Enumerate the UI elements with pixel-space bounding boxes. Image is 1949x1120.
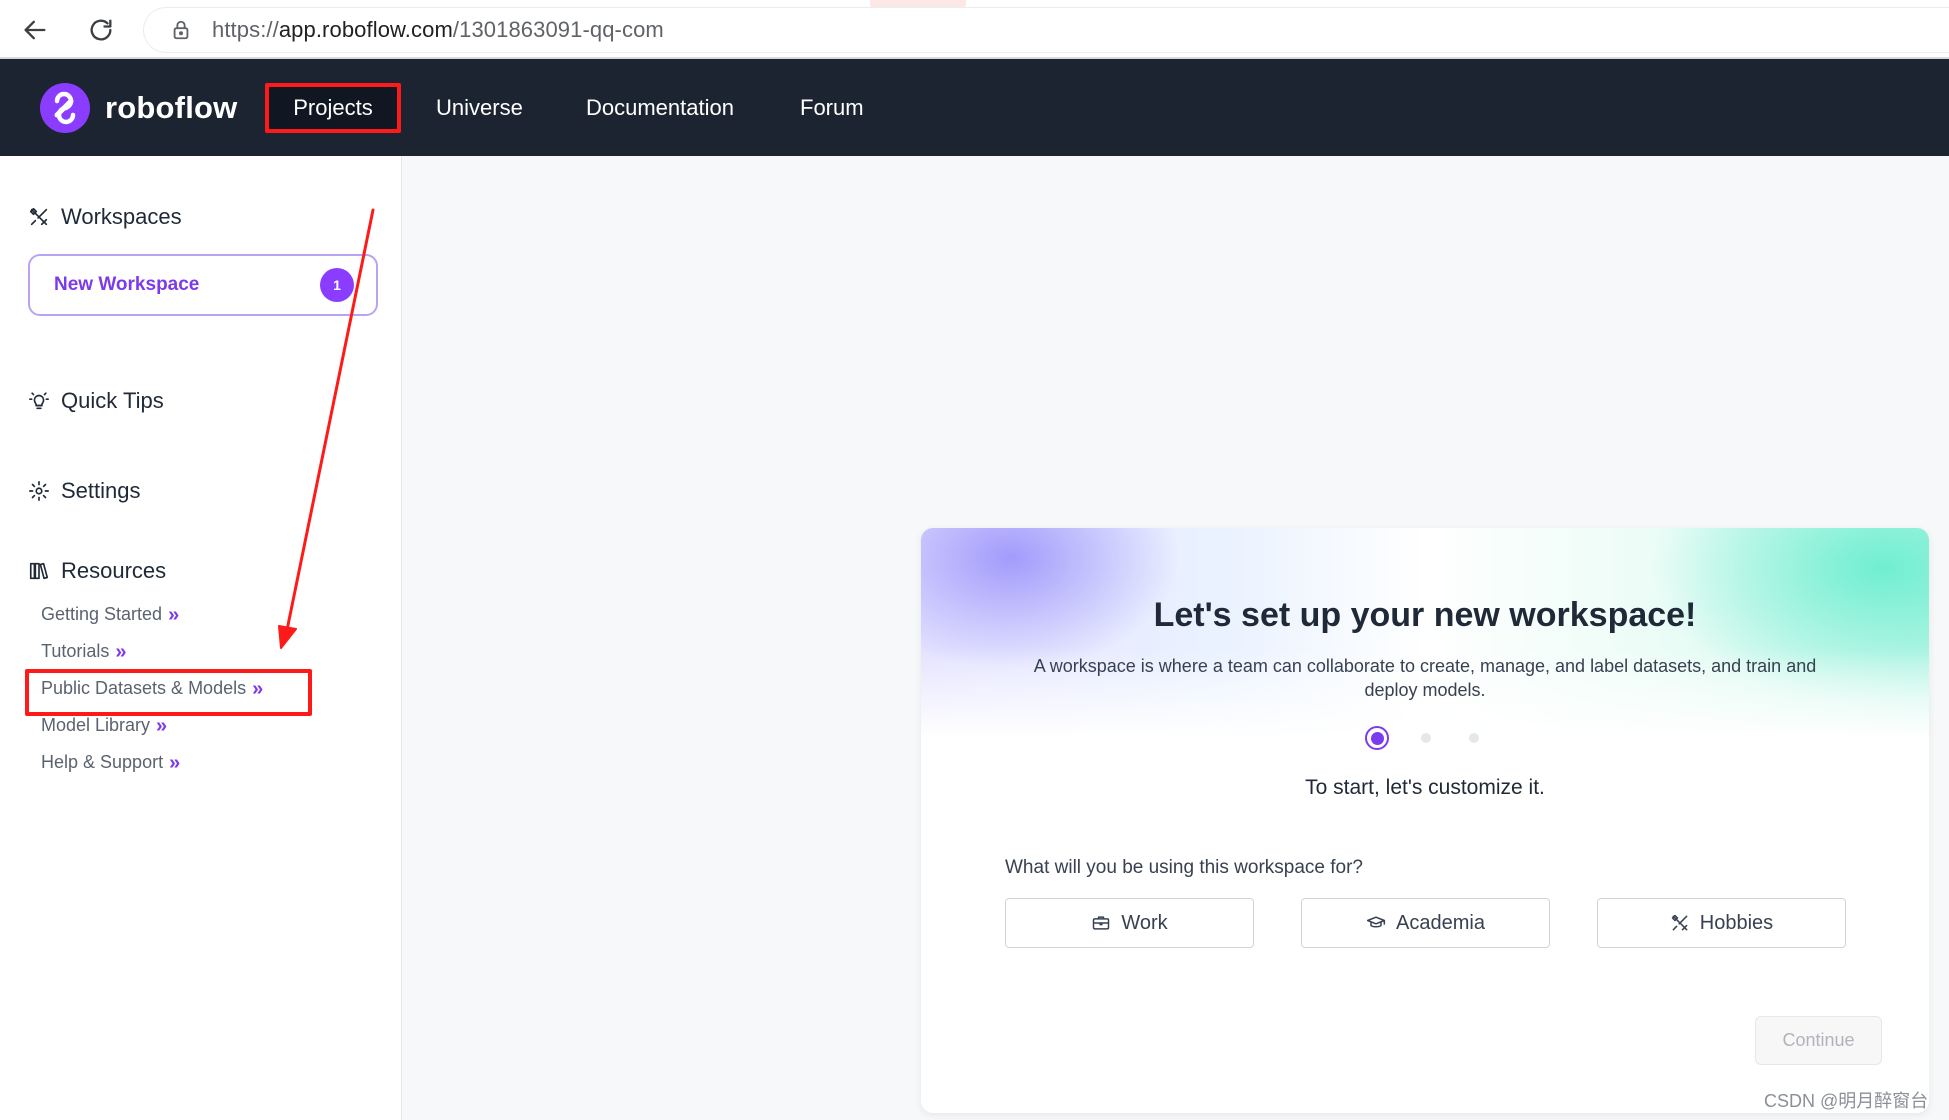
resource-model-library[interactable]: Model Library» <box>41 715 167 736</box>
roboflow-logo[interactable]: roboflow <box>40 83 237 133</box>
nav-forum[interactable]: Forum <box>800 83 864 133</box>
logo-text: roboflow <box>105 90 238 125</box>
sidebar: Workspaces New Workspace 1 Quick Tips Se… <box>0 156 402 1120</box>
continue-button[interactable]: Continue <box>1755 1016 1882 1065</box>
reload-icon <box>90 19 112 41</box>
lock-icon <box>173 20 189 40</box>
annotation-highlight-box <box>25 669 312 716</box>
step-dot-1 <box>1365 726 1389 750</box>
nav-universe[interactable]: Universe <box>436 83 523 133</box>
resource-help-support[interactable]: Help & Support» <box>41 752 180 773</box>
step-indicator <box>921 726 1929 750</box>
roboflow-logo-icon <box>40 83 90 133</box>
tools-icon <box>29 207 48 226</box>
graduation-cap-icon <box>1366 916 1386 928</box>
usage-question: What will you be using this workspace fo… <box>1005 857 1363 878</box>
resource-tutorials[interactable]: Tutorials» <box>41 641 126 662</box>
tools-icon <box>1671 914 1688 931</box>
reload-button[interactable] <box>83 12 119 48</box>
chevrons-right-icon: » <box>169 751 181 774</box>
lightbulb-icon <box>29 392 49 410</box>
option-hobbies-button[interactable]: Hobbies <box>1597 898 1846 948</box>
browser-toolbar: https://app.roboflow.com/1301863091-qq-c… <box>0 0 1949 59</box>
top-navigation: roboflow Projects Universe Documentation… <box>0 59 1949 156</box>
settings-item[interactable]: Settings <box>28 478 141 504</box>
chevrons-right-icon: » <box>156 714 168 737</box>
watermark: CSDN @明月醉窗台 <box>1764 1091 1929 1111</box>
new-workspace-button[interactable]: New Workspace 1 <box>28 254 378 316</box>
gear-icon <box>29 481 49 501</box>
option-academia-button[interactable]: Academia <box>1301 898 1550 948</box>
quick-tips-item[interactable]: Quick Tips <box>28 388 164 414</box>
step-dot-2 <box>1421 733 1431 743</box>
briefcase-icon <box>1093 916 1110 930</box>
option-work-button[interactable]: Work <box>1005 898 1254 948</box>
card-title: Let's set up your new workspace! <box>1153 596 1697 634</box>
chevrons-right-icon: » <box>115 640 127 663</box>
resources-heading: Resources <box>28 558 166 584</box>
back-button[interactable] <box>17 12 53 48</box>
resource-getting-started[interactable]: Getting Started» <box>41 604 179 625</box>
address-bar[interactable]: https://app.roboflow.com/1301863091-qq-c… <box>144 8 1949 52</box>
nav-projects[interactable]: Projects <box>265 83 401 133</box>
workspaces-heading: Workspaces <box>28 204 182 230</box>
card-subtitle: To start, let's customize it. <box>1305 776 1545 799</box>
arrow-left-icon <box>24 20 46 40</box>
workspace-setup-card: Let's set up your new workspace! A works… <box>921 528 1929 1113</box>
card-description: A workspace is where a team can collabor… <box>1033 656 1817 700</box>
books-icon <box>29 562 49 580</box>
nav-documentation[interactable]: Documentation <box>586 83 734 133</box>
step-dot-3 <box>1469 733 1479 743</box>
workspace-count-badge: 1 <box>320 268 354 302</box>
url-text[interactable]: https://app.roboflow.com/1301863091-qq-c… <box>212 17 664 43</box>
new-workspace-label: New Workspace <box>54 274 200 295</box>
chevrons-right-icon: » <box>168 603 180 626</box>
